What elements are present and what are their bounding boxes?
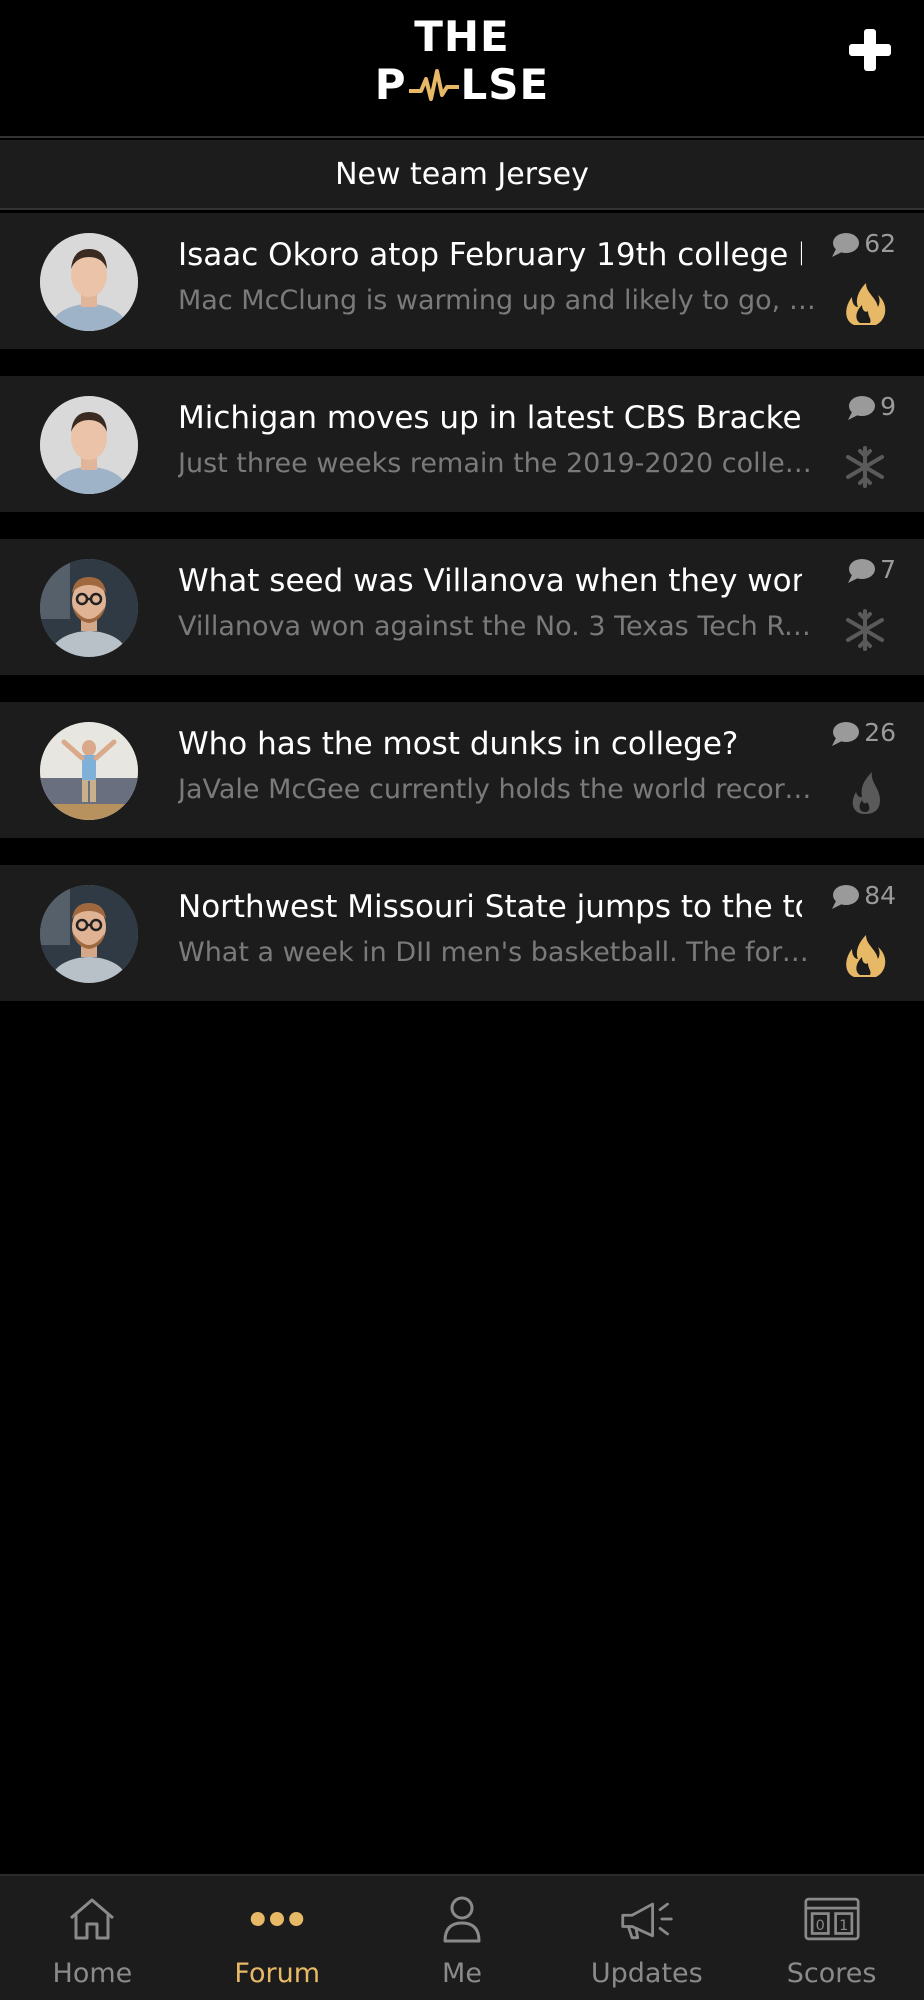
- hot-flame-icon: [846, 935, 886, 977]
- comment-count: 62: [864, 229, 896, 258]
- logo-line-2-right: LSE: [460, 60, 550, 109]
- post-item[interactable]: Northwest Missouri State jumps to the to…: [0, 865, 924, 1001]
- post-item[interactable]: Isaac Okoro atop February 19th college b…: [0, 213, 924, 349]
- tab-updates[interactable]: Updates: [554, 1876, 739, 2000]
- avatar: [40, 396, 138, 494]
- comment-bubble-icon: [848, 396, 876, 420]
- post-item[interactable]: Who has the most dunks in college? JaVal…: [0, 702, 924, 838]
- pulse-wave-icon: [408, 69, 459, 101]
- comment-bubble-icon: [848, 559, 876, 583]
- comment-count-group: 84: [830, 883, 896, 911]
- post-snippet: Just three weeks remain the 2019-2020 co…: [178, 448, 818, 479]
- svg-text:0: 0: [815, 1918, 824, 1934]
- snowflake-icon: [846, 446, 884, 488]
- comment-bubble-icon: [832, 233, 860, 257]
- the-pulse-logo: THE P LSE: [0, 16, 924, 106]
- comment-count-group: 9: [846, 394, 896, 422]
- hot-flame-icon: [846, 283, 886, 325]
- post-title: Northwest Missouri State jumps to the to…: [178, 889, 802, 925]
- post-item[interactable]: Michigan moves up in latest CBS Bracketo…: [0, 376, 924, 512]
- comment-count: 7: [880, 555, 896, 584]
- flame-icon: [852, 772, 880, 814]
- comment-count-group: 62: [830, 231, 896, 259]
- team-title: New team Jersey: [335, 156, 589, 192]
- tab-me[interactable]: Me: [370, 1876, 555, 2000]
- avatar: [40, 559, 138, 657]
- team-bar[interactable]: New team Jersey: [0, 140, 924, 210]
- logo-line-2: P LSE: [375, 64, 550, 106]
- plus-icon: [849, 29, 891, 71]
- app-header: THE P LSE: [0, 0, 924, 138]
- post-snippet: Villanova won against the No. 3 Texas Te…: [178, 611, 818, 642]
- home-icon: [64, 1894, 120, 1944]
- tab-home[interactable]: Home: [0, 1876, 185, 2000]
- svg-text:1: 1: [839, 1918, 848, 1934]
- tab-label: Updates: [590, 1958, 703, 1989]
- post-title: What seed was Villanova when they won?: [178, 563, 802, 599]
- comment-count: 9: [880, 392, 896, 421]
- add-post-button[interactable]: [840, 20, 900, 80]
- post-snippet: Mac McClung is warming up and likely to …: [178, 285, 818, 316]
- comment-count-group: 7: [846, 557, 896, 585]
- tab-scores[interactable]: 0 1 Scores: [739, 1876, 924, 2000]
- logo-line-2-left: P: [374, 60, 407, 109]
- post-title: Who has the most dunks in college?: [178, 726, 739, 762]
- avatar: [40, 885, 138, 983]
- post-snippet: JaVale McGee currently holds the world r…: [178, 774, 818, 805]
- bottom-tab-bar: Home Forum Me Updates 0 1 Scores: [0, 1874, 924, 2000]
- post-snippet: What a week in DII men's basketball. The…: [178, 937, 818, 968]
- megaphone-icon: [619, 1894, 675, 1944]
- person-icon: [434, 1894, 490, 1944]
- post-title: Isaac Okoro atop February 19th college b…: [178, 237, 802, 273]
- dots-icon: [249, 1894, 305, 1944]
- comment-bubble-icon: [832, 722, 860, 746]
- comment-count-group: 26: [830, 720, 896, 748]
- avatar: [40, 233, 138, 331]
- tab-label: Me: [442, 1958, 482, 1989]
- comment-count: 84: [864, 881, 896, 910]
- tab-label: Home: [52, 1958, 133, 1989]
- post-item[interactable]: What seed was Villanova when they won? V…: [0, 539, 924, 675]
- tab-label: Forum: [234, 1958, 320, 1989]
- logo-line-1: THE: [414, 12, 510, 61]
- scoreboard-icon: 0 1: [804, 1894, 860, 1944]
- post-list: Isaac Okoro atop February 19th college b…: [0, 213, 924, 1028]
- comment-count: 26: [864, 718, 896, 747]
- tab-forum[interactable]: Forum: [185, 1876, 370, 2000]
- comment-bubble-icon: [832, 885, 860, 909]
- snowflake-icon: [846, 609, 884, 651]
- tab-label: Scores: [786, 1958, 877, 1989]
- avatar: [40, 722, 138, 820]
- post-title: Michigan moves up in latest CBS Bracketo…: [178, 400, 802, 436]
